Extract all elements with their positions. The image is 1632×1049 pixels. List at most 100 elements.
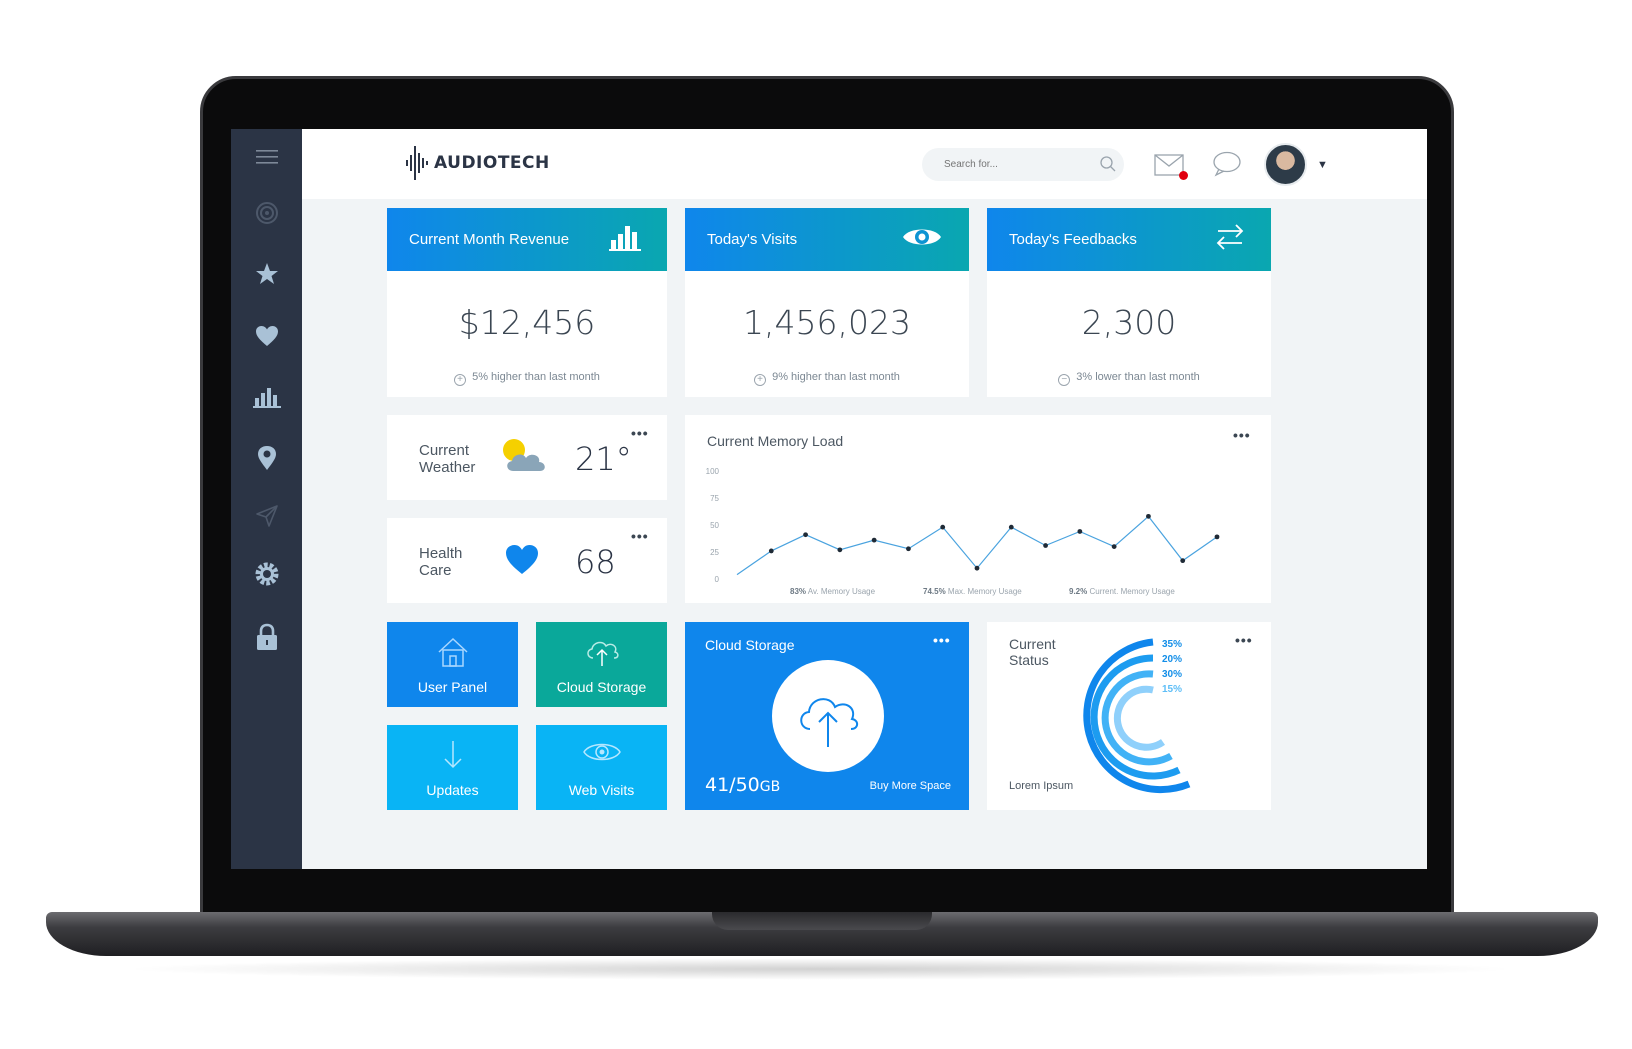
health-card: Health Care 68 ••• xyxy=(387,518,667,603)
data-point-14 xyxy=(1214,534,1220,540)
tile-label: Cloud Storage xyxy=(556,679,647,695)
data-point-6 xyxy=(940,524,946,530)
bar-chart-icon[interactable] xyxy=(231,376,302,416)
bar-chart-icon xyxy=(609,226,641,251)
gear-icon[interactable] xyxy=(231,554,302,594)
eye-icon xyxy=(903,229,941,245)
y-tick-label-0: 0 xyxy=(715,575,720,584)
laptop-shadow xyxy=(120,958,1520,980)
brand-logo[interactable]: AUDIOTECH xyxy=(406,143,550,183)
footer-stat-average: 83% Av. Memory Usage xyxy=(790,587,876,596)
health-value: 68 xyxy=(575,543,616,581)
data-point-4 xyxy=(871,537,877,543)
notification-dot xyxy=(1179,171,1188,180)
plus-circle-icon: + xyxy=(754,374,767,386)
tile-web-visits[interactable]: Web Visits xyxy=(536,725,667,810)
target-icon[interactable] xyxy=(231,193,302,233)
user-avatar[interactable] xyxy=(1264,143,1307,186)
more-options-icon[interactable]: ••• xyxy=(933,632,951,648)
tile-label: Web Visits xyxy=(568,782,635,798)
y-tick-label-2: 50 xyxy=(710,521,719,530)
heart-icon xyxy=(506,545,538,574)
feedbacks-note: 3% lower than last month xyxy=(1076,371,1200,383)
feedbacks-value: 2,300 xyxy=(1081,303,1177,342)
tile-cloud-storage[interactable]: Cloud Storage xyxy=(536,622,667,707)
cloud-upload-icon xyxy=(800,698,859,747)
status-percent-2: 20% xyxy=(1162,654,1183,665)
tile-user-panel[interactable]: User Panel xyxy=(387,622,518,707)
data-point-2 xyxy=(803,532,808,538)
cloud-storage-card: Cloud Storage ••• 41/50GB Buy More Space xyxy=(685,622,969,810)
visits-value: 1,456,023 xyxy=(743,303,911,342)
chevron-down-icon[interactable]: ▼ xyxy=(1317,159,1328,171)
minus-circle-icon: − xyxy=(1058,374,1071,386)
stat-card-feedbacks: Today's Feedbacks 2,300 −3% lower than l… xyxy=(987,208,1271,397)
data-point-1 xyxy=(768,548,774,554)
tile-updates[interactable]: Updates xyxy=(387,725,518,810)
y-tick-label-1: 25 xyxy=(710,548,719,557)
status-percent-3: 30% xyxy=(1162,669,1183,680)
temperature-value: 21° xyxy=(575,440,632,478)
home-icon xyxy=(437,637,468,667)
hamburger-menu-icon[interactable] xyxy=(231,137,302,177)
storage-title: Cloud Storage xyxy=(705,637,795,653)
data-point-13 xyxy=(1180,558,1186,564)
status-card: Current Status ••• 35% 20% 30% 15% Lorem… xyxy=(987,622,1271,810)
data-point-12 xyxy=(1146,513,1151,519)
card-title: Today's Visits xyxy=(707,231,798,248)
weather-label: Current Weather xyxy=(419,442,476,476)
heart-icon[interactable] xyxy=(231,316,302,356)
data-point-3 xyxy=(837,547,843,553)
y-tick-label-3: 75 xyxy=(710,494,719,503)
chat-bubble-icon[interactable] xyxy=(1212,151,1242,177)
search-input[interactable] xyxy=(922,148,1124,181)
status-percent-1: 35% xyxy=(1162,639,1183,650)
visits-note: 9% higher than last month xyxy=(772,371,900,383)
data-point-5 xyxy=(906,546,911,552)
search-icon[interactable] xyxy=(1099,155,1117,173)
revenue-note: 5% higher than last month xyxy=(472,371,600,383)
more-options-icon[interactable]: ••• xyxy=(631,528,649,544)
more-options-icon[interactable]: ••• xyxy=(631,425,649,441)
revenue-value: $12,456 xyxy=(458,303,596,342)
data-point-8 xyxy=(1008,524,1014,530)
star-icon[interactable] xyxy=(231,254,302,294)
more-options-icon[interactable]: ••• xyxy=(1235,632,1253,648)
card-title: Current Month Revenue xyxy=(409,231,570,248)
upload-button[interactable] xyxy=(772,660,884,772)
plus-circle-icon: + xyxy=(454,374,467,386)
partly-cloudy-icon xyxy=(503,439,545,471)
storage-used: 41/50 xyxy=(705,774,760,796)
lock-icon[interactable] xyxy=(231,617,302,657)
stat-card-revenue: Current Month Revenue $12,456 +5% higher… xyxy=(387,208,667,397)
y-tick-label-4: 100 xyxy=(706,467,720,476)
memory-line-chart: 0 25 50 75 100 xyxy=(706,467,1220,584)
top-header: AUDIOTECH ▼ xyxy=(302,129,1427,199)
footer-stat-current: 9.2% Current. Memory Usage xyxy=(1069,587,1175,596)
status-percent-4: 15% xyxy=(1162,684,1183,695)
status-label: Current Status xyxy=(1009,636,1056,668)
buy-more-space-link[interactable]: Buy More Space xyxy=(870,780,951,792)
storage-unit: GB xyxy=(759,779,781,795)
radial-progress-chart xyxy=(1083,638,1191,794)
data-point-10 xyxy=(1077,529,1083,534)
weather-card: Current Weather 21° ••• xyxy=(387,415,667,500)
memory-chart-card: Current Memory Load ••• 0 25 50 75 100 83% A… xyxy=(685,415,1271,603)
status-caption: Lorem Ipsum xyxy=(1009,780,1074,792)
data-point-11 xyxy=(1111,544,1117,549)
soundwave-logo-icon xyxy=(406,146,428,180)
send-icon[interactable] xyxy=(231,496,302,536)
tile-label: User Panel xyxy=(417,679,488,695)
brand-name: AUDIOTECH xyxy=(434,153,550,173)
sidebar xyxy=(231,129,302,869)
data-point-7 xyxy=(974,565,980,571)
health-label: Health Care xyxy=(419,545,463,579)
card-title: Today's Feedbacks xyxy=(1009,231,1137,248)
laptop-notch xyxy=(712,912,932,930)
tile-label: Updates xyxy=(426,782,479,798)
swap-arrows-icon xyxy=(1216,224,1244,250)
eye-icon xyxy=(582,743,621,761)
footer-stat-max: 74.5% Max. Memory Usage xyxy=(923,587,1022,596)
data-point-9 xyxy=(1043,543,1048,548)
location-pin-icon[interactable] xyxy=(231,438,302,478)
